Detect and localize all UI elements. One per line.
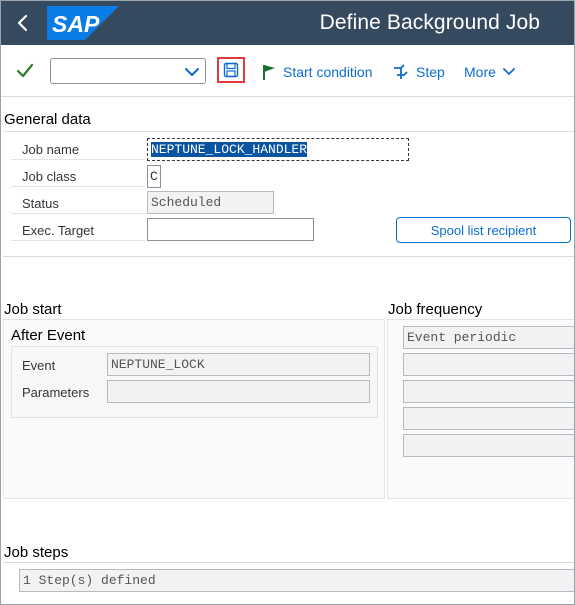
frequency-row [403, 380, 574, 403]
exec-target-label: Exec. Target [22, 223, 95, 238]
sap-logo: SAP [47, 6, 119, 40]
start-condition-button[interactable]: Start condition [261, 61, 373, 83]
job-frequency-title: Job frequency [388, 301, 483, 318]
more-button[interactable]: More [464, 61, 516, 83]
save-button[interactable] [217, 57, 245, 83]
job-name-field[interactable]: NEPTUNE_LOCK_HANDLER [147, 138, 409, 161]
command-field[interactable] [50, 58, 206, 84]
status-label: Status [22, 196, 59, 211]
job-steps-field: 1 Step(s) defined [19, 569, 574, 592]
chevron-down-icon[interactable] [184, 65, 200, 77]
app-window: SAP Define Background Job Start conditio… [0, 0, 575, 605]
job-steps-title: Job steps [4, 544, 69, 561]
step-icon [394, 64, 408, 79]
save-icon [223, 62, 239, 78]
spool-list-recipient-button[interactable]: Spool list recipient [396, 217, 571, 243]
parameters-label: Parameters [22, 385, 90, 400]
sap-logo-text: SAP [52, 11, 100, 37]
exec-target-field[interactable] [147, 218, 314, 241]
job-start-title: Job start [4, 301, 62, 318]
shell-bar: SAP Define Background Job [1, 1, 574, 45]
frequency-row [403, 434, 574, 457]
toolbar: Start condition Step More [1, 45, 574, 97]
page-title: Define Background Job [319, 11, 540, 34]
status-field: Scheduled [147, 191, 274, 214]
start-condition-label: Start condition [283, 64, 373, 80]
job-name-label: Job name [22, 142, 80, 157]
more-label: More [464, 64, 496, 80]
job-class-label: Job class [22, 169, 77, 184]
general-data-title: General data [4, 111, 91, 128]
flag-icon [263, 65, 275, 80]
row-divider [11, 213, 145, 214]
row-divider [11, 186, 145, 187]
step-button[interactable]: Step [392, 61, 445, 83]
row-divider [11, 240, 145, 241]
frequency-row [403, 407, 574, 430]
after-event-title: After Event [11, 327, 86, 344]
frequency-row: Event periodic [403, 326, 574, 349]
event-label: Event [22, 358, 56, 373]
frequency-row [403, 353, 574, 376]
command-input[interactable] [56, 60, 181, 82]
job-name-value: NEPTUNE_LOCK_HANDLER [151, 142, 308, 157]
checkmark-icon[interactable] [15, 61, 35, 81]
section-divider [3, 562, 574, 563]
step-label: Step [416, 64, 445, 80]
job-class-field[interactable]: C [147, 165, 161, 188]
chevron-down-icon [503, 68, 515, 76]
row-divider [11, 159, 145, 160]
parameters-field [107, 380, 370, 403]
back-icon[interactable] [11, 11, 35, 35]
section-divider [3, 256, 574, 257]
event-field: NEPTUNE_LOCK [107, 353, 370, 376]
